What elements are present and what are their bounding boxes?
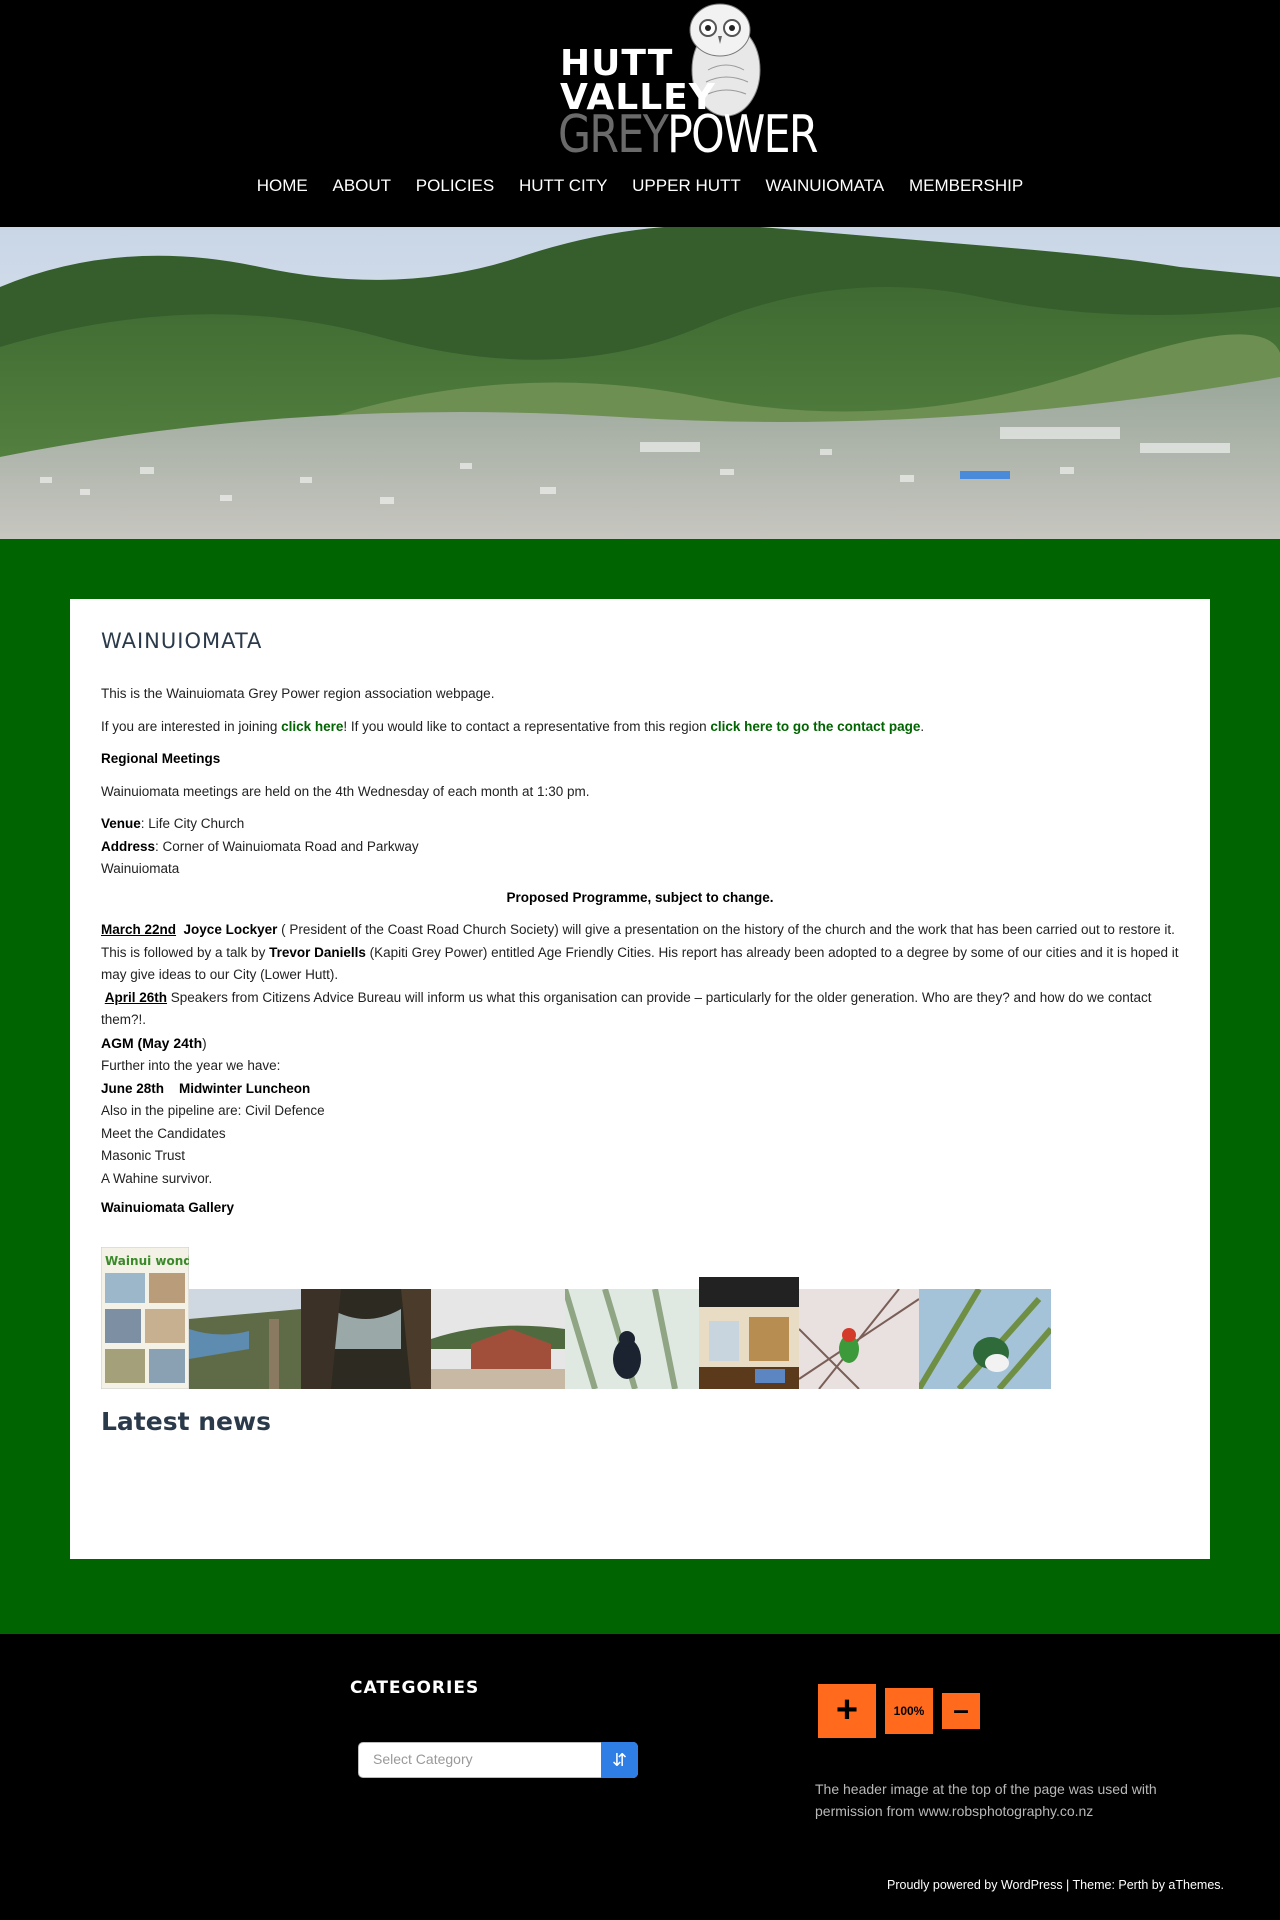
june-date: June 28th xyxy=(101,1080,165,1096)
category-select[interactable]: Select Category ⇵ xyxy=(358,1742,638,1778)
main-nav: HOME ABOUT POLICIES HUTT CITY UPPER HUTT… xyxy=(0,176,1280,196)
april-date: April 26th xyxy=(104,989,168,1005)
pipeline-text: Also in the pipeline are: Civil Defence xyxy=(101,1103,325,1118)
wahine-text: A Wahine survivor. xyxy=(101,1170,213,1186)
address-label: Address xyxy=(101,838,156,854)
nav-membership[interactable]: MEMBERSHIP xyxy=(909,176,1023,195)
programme-april: April 26th Speakers from Citizens Advice… xyxy=(101,987,1179,1032)
programme-heading: Proposed Programme, subject to change. xyxy=(101,887,1179,910)
join-mid: ! If you would like to contact a represe… xyxy=(343,718,711,734)
nav-home[interactable]: HOME xyxy=(257,176,308,195)
gallery-thumb-display[interactable] xyxy=(699,1277,799,1389)
venue-block: Venue: Life City Church Address: Corner … xyxy=(101,813,1179,881)
logo-grey: GREY xyxy=(558,105,669,165)
zoom-out-label: – xyxy=(953,1694,969,1725)
gallery-thumb-tui-bird[interactable] xyxy=(565,1289,699,1389)
venue-label: Venue xyxy=(101,816,141,831)
address-value: : Corner of Wainuiomata Road and Parkway xyxy=(155,838,419,854)
nav-hutt-city[interactable]: HUTT CITY xyxy=(519,176,607,195)
march-speaker: Joyce Lockyer xyxy=(183,922,278,937)
page-title: WAINUIOMATA xyxy=(101,629,263,653)
programme-march: March 22nd Joyce Lockyer ( President of … xyxy=(101,919,1179,987)
join-post: . xyxy=(920,718,925,734)
venue-value: : Life City Church xyxy=(140,816,245,831)
nav-about[interactable]: ABOUT xyxy=(333,176,392,195)
gallery-thumb-forest[interactable] xyxy=(301,1289,431,1389)
april-text: Speakers from Citizens Advice Bureau wil… xyxy=(101,989,1152,1028)
zoom-level-label: 100% xyxy=(893,1704,925,1718)
latest-news-heading: Latest news xyxy=(101,1407,271,1436)
join-pre: If you are interested in joining xyxy=(101,718,282,734)
site-footer: CATEGORIES Select Category ⇵ + 100% – Th… xyxy=(0,1634,1280,1920)
nav-wainuiomata[interactable]: WAINUIOMATA xyxy=(766,176,885,195)
gallery-thumb-coast[interactable] xyxy=(189,1289,301,1389)
zoom-level-button[interactable]: 100% xyxy=(885,1688,933,1734)
gallery-thumb-rosella-bird[interactable] xyxy=(799,1289,919,1389)
march-speaker2: Trevor Daniells xyxy=(269,944,366,960)
programme-june: June 28th Midwinter Luncheon xyxy=(101,1078,1179,1101)
header-image xyxy=(0,227,1280,539)
powered-by[interactable]: Proudly powered by WordPress | Theme: Pe… xyxy=(887,1878,1224,1892)
address-line2: Wainuiomata xyxy=(101,861,180,876)
header-image-credit: The header image at the top of the page … xyxy=(815,1781,1157,1819)
meetings-heading-text: Regional Meetings xyxy=(101,751,221,766)
gallery-heading: Wainuiomata Gallery xyxy=(101,1200,235,1215)
site-header: HUTT VALLEY GREYPOWER HOME ABOUT POLICIE… xyxy=(0,0,1280,227)
logo-line-greypower: GREYPOWER xyxy=(558,105,819,165)
zoom-in-button[interactable]: + xyxy=(818,1684,876,1738)
category-select-value: Select Category xyxy=(373,1751,473,1767)
intro-text: This is the Wainuiomata Grey Power regio… xyxy=(101,686,495,701)
main-content: WAINUIOMATA This is the Wainuiomata Grey… xyxy=(70,599,1210,1559)
gallery: Wainui wonders xyxy=(101,1247,1051,1389)
site-logo[interactable]: HUTT VALLEY GREYPOWER xyxy=(556,0,819,165)
logo-power: POWER xyxy=(667,105,818,165)
gallery-thumb-newspaper[interactable]: Wainui wonders xyxy=(101,1247,189,1389)
gallery-thumb1-caption: Wainui wonders xyxy=(105,1254,189,1268)
programme-heading-text: Proposed Programme, subject to change. xyxy=(506,889,774,905)
join-link[interactable]: click here xyxy=(281,719,343,734)
meetings-text: Wainuiomata meetings are held on the 4th… xyxy=(101,783,590,799)
nav-policies[interactable]: POLICIES xyxy=(416,176,494,195)
nav-upper-hutt[interactable]: UPPER HUTT xyxy=(632,176,741,195)
agm-text: AGM (May 24th xyxy=(101,1034,203,1051)
agm-close: ) xyxy=(202,1035,207,1051)
gallery-thumb-kereru-bird[interactable] xyxy=(919,1289,1051,1389)
march-date: March 22nd xyxy=(101,922,177,937)
gallery-thumb-building[interactable] xyxy=(431,1289,565,1389)
join-paragraph: If you are interested in joining click h… xyxy=(101,716,1179,739)
june-event: Midwinter Luncheon xyxy=(179,1080,311,1096)
categories-title: CATEGORIES xyxy=(350,1678,480,1698)
contact-link[interactable]: click here to go the contact page xyxy=(710,719,920,734)
zoom-out-button[interactable]: – xyxy=(942,1693,980,1729)
programme-agm: AGM (May 24th) xyxy=(101,1032,1179,1056)
candidates-text: Meet the Candidates xyxy=(101,1125,226,1141)
further-text: Further into the year we have: xyxy=(101,1058,281,1073)
chevron-up-down-icon[interactable]: ⇵ xyxy=(601,1742,638,1778)
zoom-in-label: + xyxy=(835,1689,859,1731)
meetings-heading: Regional Meetings xyxy=(101,748,1179,771)
masonic-text: Masonic Trust xyxy=(101,1148,186,1163)
